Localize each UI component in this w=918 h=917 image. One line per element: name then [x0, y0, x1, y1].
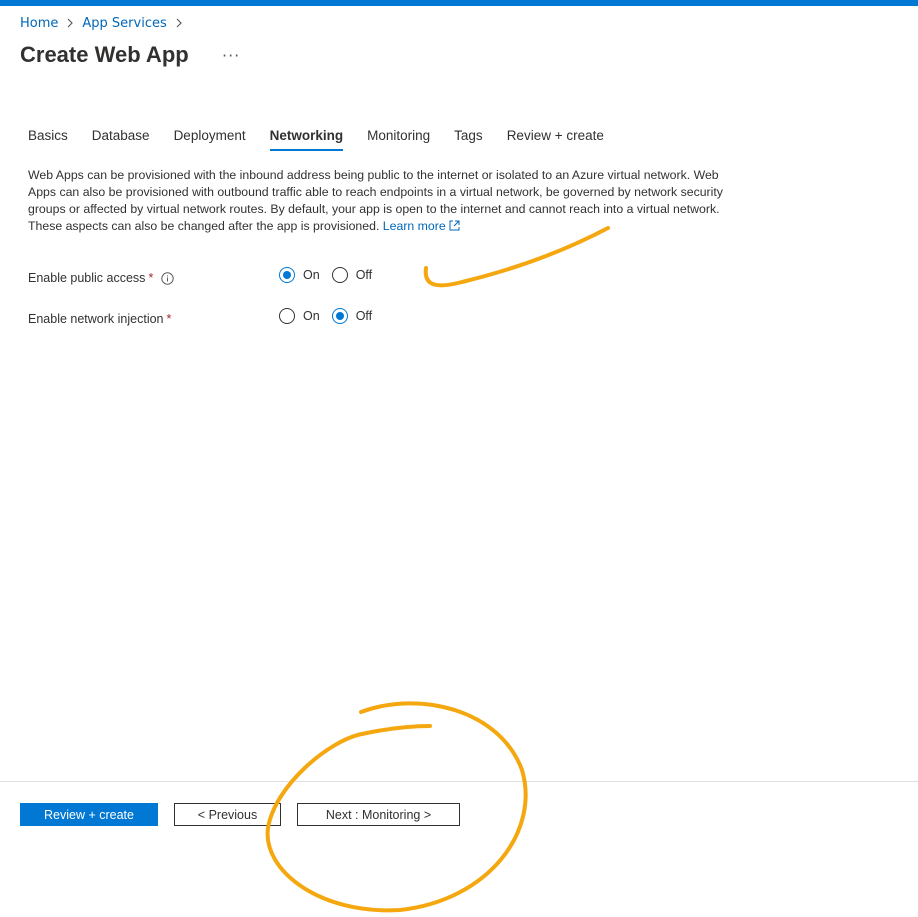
- top-accent-bar: [0, 0, 918, 6]
- network-injection-radio-group: On Off: [279, 308, 384, 324]
- breadcrumb-home[interactable]: Home: [20, 16, 58, 31]
- page-title: Create Web App: [20, 42, 189, 67]
- previous-button[interactable]: < Previous: [174, 803, 281, 826]
- public-access-on-radio[interactable]: On: [279, 267, 320, 283]
- required-marker: *: [166, 312, 172, 326]
- footer-divider: [0, 781, 918, 782]
- network-injection-label: Enable network injection *: [28, 312, 172, 326]
- network-injection-on-radio[interactable]: On: [279, 308, 320, 324]
- more-options-button[interactable]: ···: [222, 46, 240, 65]
- breadcrumb: Home App Services: [20, 16, 191, 31]
- review-create-button[interactable]: Review + create: [20, 803, 158, 826]
- description-text: Web Apps can be provisioned with the inb…: [28, 168, 723, 233]
- tab-deployment[interactable]: Deployment: [174, 128, 246, 151]
- public-access-radio-group: On Off: [279, 267, 384, 283]
- tab-database[interactable]: Database: [92, 128, 150, 151]
- networking-description: Web Apps can be provisioned with the inb…: [28, 167, 728, 236]
- info-icon[interactable]: [161, 272, 175, 288]
- tab-networking[interactable]: Networking: [269, 128, 344, 151]
- public-access-label: Enable public access *: [28, 271, 175, 288]
- tab-monitoring[interactable]: Monitoring: [367, 128, 430, 151]
- chevron-right-icon: [66, 17, 74, 31]
- next-monitoring-button[interactable]: Next : Monitoring >: [297, 803, 460, 826]
- public-access-off-radio[interactable]: Off: [331, 267, 372, 283]
- tab-tags[interactable]: Tags: [454, 128, 483, 151]
- network-injection-off-radio[interactable]: Off: [331, 308, 372, 324]
- tab-review-create[interactable]: Review + create: [507, 128, 604, 151]
- required-marker: *: [148, 271, 154, 285]
- breadcrumb-app-services[interactable]: App Services: [82, 16, 166, 31]
- external-link-icon: [449, 219, 460, 236]
- tab-basics[interactable]: Basics: [28, 128, 68, 151]
- learn-more-link[interactable]: Learn more: [383, 219, 460, 233]
- tab-bar: Basics Database Deployment Networking Mo…: [28, 128, 628, 151]
- annotation-underline-stroke: [423, 226, 610, 288]
- chevron-right-icon: [175, 17, 183, 31]
